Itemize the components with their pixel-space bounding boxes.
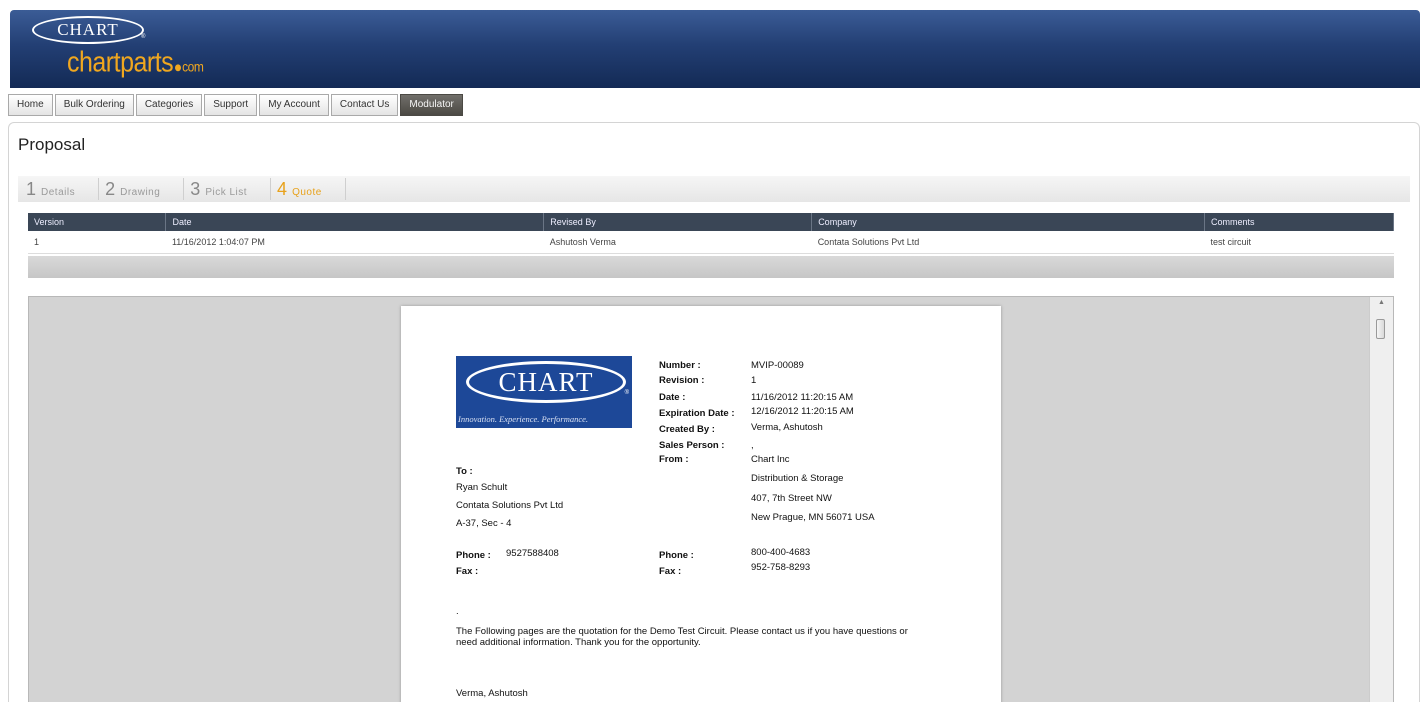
from-fax-value: 952-758-8293 (751, 562, 811, 573)
expiration-value: 12/16/2012 11:20:15 AM (751, 406, 854, 417)
to-line: Contata Solutions Pvt Ltd (456, 500, 564, 511)
logo-oval: CHART (466, 361, 626, 403)
from-line: Distribution & Storage (751, 473, 844, 484)
number-label: Number : (659, 360, 701, 371)
viewer-scrollbar[interactable]: ▲ (1369, 297, 1393, 702)
document-chart-logo: CHART ® Innovation. Experience. Performa… (456, 356, 632, 428)
nav-tab-home[interactable]: Home (8, 94, 53, 116)
nav-tab-contact-us[interactable]: Contact Us (330, 94, 399, 116)
step-label: Pick List (205, 186, 248, 198)
to-label: To : (456, 466, 473, 477)
quote-document-page: CHART ® Innovation. Experience. Performa… (401, 306, 1001, 702)
step-number: 1 (26, 178, 37, 199)
step-separator (87, 178, 100, 200)
from-fax-label: Fax : (659, 566, 682, 577)
table-header-row: Version Date Revised By Company Comments (28, 213, 1394, 231)
from-line: New Prague, MN 56071 USA (751, 512, 875, 523)
from-label: From : (659, 454, 689, 465)
document-dot: . (456, 606, 459, 617)
to-phone-value: 9527588408 (506, 548, 559, 559)
date-label: Date : (659, 392, 686, 403)
from-phone-value: 800-400-4683 (751, 547, 811, 558)
column-header-version[interactable]: Version (28, 213, 167, 231)
cell-company: Contata Solutions Pvt Ltd (811, 231, 1205, 254)
column-header-revised-by[interactable]: Revised By (543, 213, 813, 231)
chartparts-logo[interactable]: chartparts com (67, 46, 204, 79)
step-pick-list[interactable]: 3 Pick List (190, 179, 247, 200)
step-quote[interactable]: 4 Quote (277, 179, 322, 200)
cell-version: 1 (28, 231, 166, 254)
chartparts-logo-suffix: com (182, 58, 204, 75)
nav-tab-categories[interactable]: Categories (135, 94, 203, 116)
sales-person-value: , (751, 440, 754, 451)
cell-date: 11/16/2012 1:04:07 PM (165, 231, 544, 254)
revision-label: Revision : (659, 375, 705, 386)
scroll-up-icon[interactable]: ▲ (1378, 299, 1385, 306)
step-separator (172, 178, 185, 200)
site-header: CHART ® chartparts com (10, 10, 1420, 88)
logo-registered-mark: ® (624, 390, 629, 396)
nav-tab-bulk-ordering[interactable]: Bulk Ordering (54, 94, 134, 116)
to-phone-label: Phone : (456, 550, 491, 561)
logo-tagline: Innovation. Experience. Performance. (458, 414, 589, 424)
column-header-comments[interactable]: Comments (1204, 213, 1394, 231)
to-line: Ryan Schult (456, 482, 508, 493)
expiration-label: Expiration Date : (659, 408, 735, 419)
registered-mark: ® (141, 34, 146, 40)
step-number: 2 (105, 178, 116, 199)
page-title: Proposal (18, 135, 86, 154)
document-signature: Verma, Ashutosh (456, 688, 528, 699)
step-number: 3 (190, 178, 201, 199)
nav-tab-modulator[interactable]: Modulator (400, 94, 463, 116)
version-table: Version Date Revised By Company Comments… (28, 213, 1394, 254)
cell-comments: test circuit (1204, 231, 1394, 254)
step-drawing[interactable]: 2 Drawing (105, 179, 160, 200)
revision-value: 1 (751, 375, 757, 386)
column-header-date[interactable]: Date (165, 213, 545, 231)
chart-logo-text: CHART (57, 20, 119, 39)
step-separator (259, 178, 272, 200)
created-by-value: Verma, Ashutosh (751, 422, 823, 433)
table-row[interactable]: 1 11/16/2012 1:04:07 PM Ashutosh Verma C… (28, 231, 1394, 254)
date-value: 11/16/2012 11:20:15 AM (751, 392, 854, 403)
column-header-company[interactable]: Company (811, 213, 1206, 231)
step-details[interactable]: 1 Details (26, 179, 75, 200)
nav-tab-support[interactable]: Support (204, 94, 258, 116)
chart-logo[interactable]: CHART (32, 16, 144, 44)
document-body-text: The Following pages are the quotation fo… (456, 626, 908, 648)
main-nav: Home Bulk Ordering Categories Support My… (8, 94, 465, 116)
nav-tab-my-account[interactable]: My Account (259, 94, 329, 116)
table-footer (28, 256, 1394, 278)
from-line: Chart Inc (751, 454, 790, 465)
logo-text: CHART (498, 366, 594, 397)
from-phone-label: Phone : (659, 550, 694, 561)
scroll-thumb[interactable] (1376, 319, 1385, 339)
dot-icon (175, 64, 182, 72)
step-number: 4 (277, 178, 288, 199)
to-fax-label: Fax : (456, 566, 479, 577)
sales-person-label: Sales Person : (659, 440, 725, 451)
created-by-label: Created By : (659, 424, 715, 435)
to-line: A-37, Sec - 4 (456, 518, 512, 529)
from-line: 407, 7th Street NW (751, 493, 832, 504)
number-value: MVIP-00089 (751, 360, 804, 371)
step-separator (334, 178, 346, 200)
step-label: Details (41, 186, 76, 198)
chartparts-logo-text: chartparts (67, 46, 174, 79)
cell-revised-by: Ashutosh Verma (543, 231, 812, 254)
step-label: Drawing (120, 186, 161, 198)
step-label: Quote (292, 186, 322, 198)
wizard-steps: 1 Details 2 Drawing 3 Pick List 4 Quote (18, 176, 1410, 202)
